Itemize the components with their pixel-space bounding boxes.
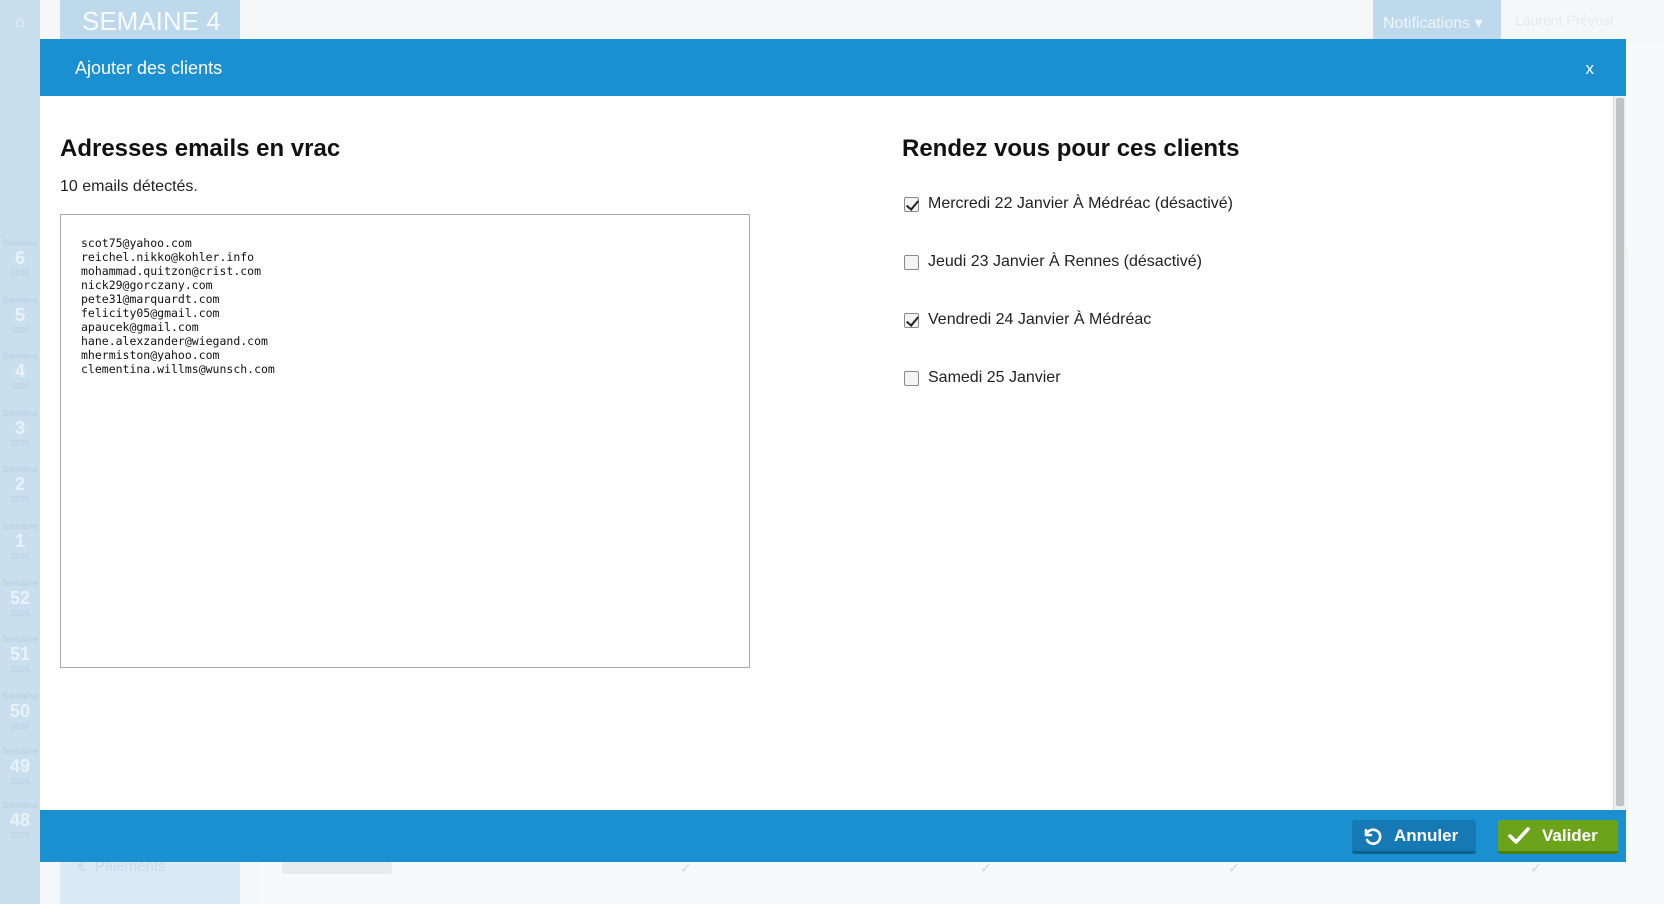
- rdv-option-label: Jeudi 23 Janvier À Rennes (désactivé): [928, 253, 1202, 270]
- home-icon[interactable]: ⌂: [0, 14, 40, 32]
- check-icon: ✓: [980, 860, 992, 876]
- sidebar-week-51[interactable]: Semaine 51 2019: [0, 634, 40, 674]
- rdv-option-label: Mercredi 22 Janvier À Médréac (désactivé…: [928, 195, 1234, 212]
- background-week-title: SEMAINE 4: [60, 0, 240, 44]
- scrollbar-thumb[interactable]: [1616, 98, 1624, 806]
- checkbox[interactable]: [904, 312, 919, 328]
- check-icon: ✓: [1228, 860, 1240, 876]
- emails-textarea[interactable]: [60, 214, 750, 668]
- sidebar-week-1[interactable]: Semaine 1 2020: [0, 521, 40, 561]
- emails-section-title: Adresses emails en vrac: [60, 135, 341, 162]
- undo-icon: [1364, 827, 1382, 845]
- sidebar-week-2[interactable]: Semaine 2 2020: [0, 464, 40, 504]
- rdv-option-vendredi-24[interactable]: Vendredi 24 Janvier À Médréac: [904, 309, 1151, 331]
- cancel-button[interactable]: Annuler: [1352, 820, 1476, 854]
- user-menu[interactable]: Laurent Prévost: [1515, 12, 1625, 32]
- modal-scrollbar[interactable]: [1613, 96, 1626, 810]
- check-icon: [1508, 826, 1530, 844]
- sidebar-week-50[interactable]: Semaine 50 2019: [0, 691, 40, 731]
- rdv-section-title: Rendez vous pour ces clients: [902, 135, 1240, 162]
- emails-detected-count: 10 emails détectés.: [60, 178, 198, 195]
- sidebar-week-4[interactable]: Semaine 4 2020: [0, 351, 40, 391]
- checkbox[interactable]: [904, 196, 919, 212]
- modal-close-button[interactable]: x: [1586, 59, 1595, 79]
- modal-title: Ajouter des clients: [75, 58, 223, 78]
- sidebar-week-48[interactable]: Semaine 48 2019: [0, 800, 40, 840]
- background-sidebar: ⌂ Semaine 6 2020 Semaine 5 2020 Semaine …: [0, 0, 40, 904]
- caret-down-icon: ▾: [1474, 15, 1483, 32]
- validate-label: Valider: [1542, 825, 1598, 845]
- rdv-option-mercredi-22[interactable]: Mercredi 22 Janvier À Médréac (désactivé…: [904, 193, 1233, 215]
- sidebar-week-5[interactable]: Semaine 5 2020: [0, 295, 40, 335]
- sidebar-week-49[interactable]: Semaine 49 2019: [0, 746, 40, 786]
- check-icon: ✓: [680, 860, 692, 876]
- validate-button[interactable]: Valider: [1498, 820, 1618, 854]
- checkbox[interactable]: [904, 254, 919, 270]
- notifications-dropdown[interactable]: Notifications ▾: [1373, 0, 1501, 44]
- background-row-text: [282, 862, 392, 874]
- rdv-option-jeudi-23[interactable]: Jeudi 23 Janvier À Rennes (désactivé): [904, 251, 1202, 273]
- check-icon: ✓: [1530, 860, 1542, 876]
- sidebar-week-3[interactable]: Semaine 3 2020: [0, 408, 40, 448]
- sidebar-week-52[interactable]: Semaine 52 2019: [0, 578, 40, 618]
- background-right-panel: [1627, 250, 1664, 810]
- rdv-option-label: Samedi 25 Janvier: [928, 369, 1061, 386]
- sidebar-week-6[interactable]: Semaine 6 2020: [0, 238, 40, 278]
- modal-footer: Annuler Valider: [40, 810, 1626, 862]
- rdv-option-label: Vendredi 24 Janvier À Médréac: [928, 311, 1152, 328]
- cancel-label: Annuler: [1394, 825, 1459, 845]
- rdv-option-samedi-25[interactable]: Samedi 25 Janvier: [904, 367, 1061, 389]
- modal-header: Ajouter des clients x: [40, 39, 1626, 96]
- checkbox[interactable]: [904, 370, 919, 386]
- add-clients-modal: Ajouter des clients x Adresses emails en…: [40, 39, 1626, 862]
